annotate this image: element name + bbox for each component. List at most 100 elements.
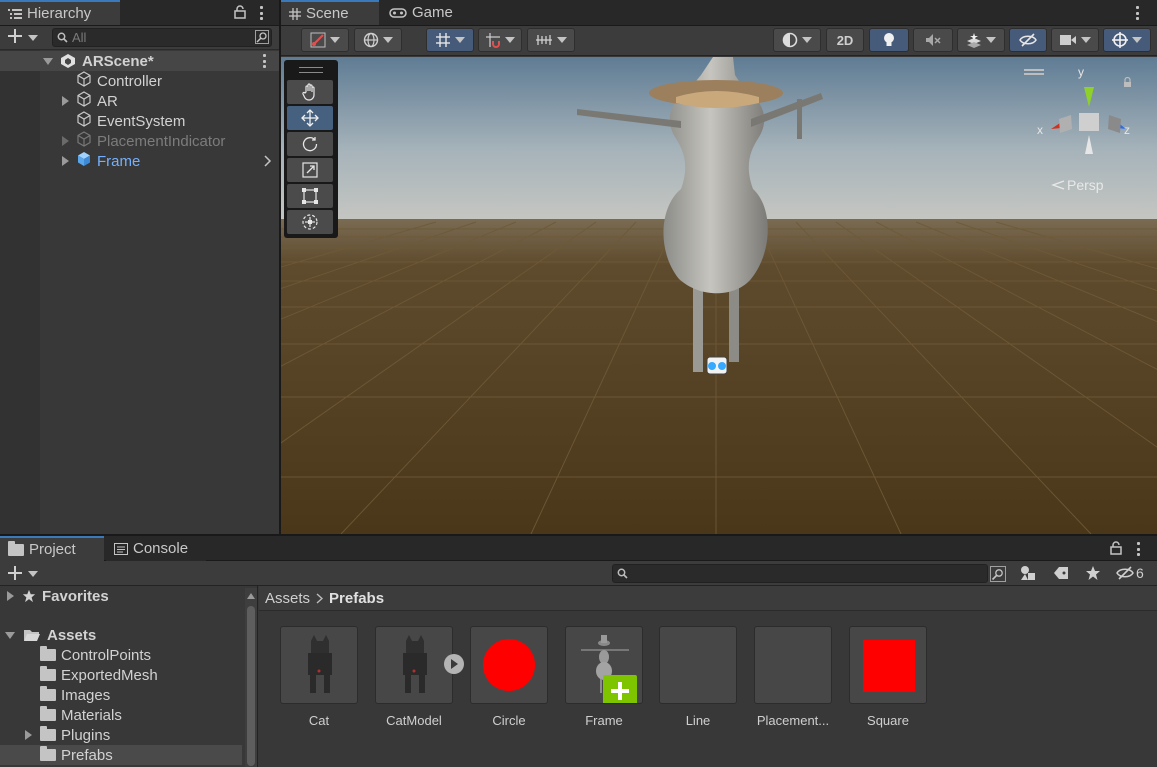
project-lock-icon[interactable] <box>1110 541 1122 555</box>
hidden-packages-toggle[interactable]: 6 <box>1116 565 1144 581</box>
expand-arrow-icon[interactable] <box>7 591 14 601</box>
expand-arrow-icon[interactable] <box>62 156 69 166</box>
hierarchy-search-input[interactable]: All <box>52 28 272 47</box>
rotate-tool-button[interactable] <box>287 132 333 156</box>
shading-mode-button[interactable] <box>773 28 821 52</box>
orientation-gizmo[interactable]: y x z <box>1037 65 1141 179</box>
hierarchy-search-placeholder: All <box>72 30 87 45</box>
search-options-icon[interactable] <box>255 30 269 44</box>
project-tree-scrollbar[interactable] <box>245 588 257 767</box>
folder-label: Materials <box>61 706 122 724</box>
asset-label: CatModel <box>386 713 442 728</box>
render-mode-button[interactable] <box>354 28 402 52</box>
gizmos-button[interactable] <box>1103 28 1151 52</box>
filter-by-type-icon[interactable] <box>1019 565 1037 581</box>
asset-circle[interactable]: Circle <box>470 626 548 728</box>
expand-arrow-icon[interactable] <box>62 136 69 146</box>
eye-hidden-icon <box>1116 566 1134 580</box>
increment-snap-button[interactable] <box>527 28 575 52</box>
camera-settings-button[interactable] <box>1051 28 1099 52</box>
asset-catmodel[interactable]: CatModel <box>375 626 453 728</box>
tab-hierarchy-label: Hierarchy <box>27 5 92 22</box>
project-add-dropdown-icon[interactable] <box>28 571 38 577</box>
draw-mode-button[interactable] <box>301 28 349 52</box>
persp-label-text: Persp <box>1067 177 1104 193</box>
hierarchy-item-placementindicator[interactable]: PlacementIndicator <box>0 131 279 151</box>
favorites-row[interactable]: Favorites <box>0 586 242 606</box>
asset-square[interactable]: Square <box>849 626 927 728</box>
dropdown-caret-icon <box>557 37 567 43</box>
hierarchy-item-frame[interactable]: Frame <box>0 151 279 171</box>
scroll-thumb[interactable] <box>247 606 255 766</box>
ruler-icon <box>535 33 553 47</box>
rect-tool-button[interactable] <box>287 184 333 208</box>
folder-plugins[interactable]: Plugins <box>0 725 242 745</box>
expand-arrow-icon[interactable] <box>62 96 69 106</box>
asset-line[interactable]: Line <box>659 626 737 728</box>
expand-arrow-icon[interactable] <box>5 631 15 639</box>
gizmo-persp-label[interactable]: Persp <box>1051 177 1104 193</box>
grid-toggle-button[interactable] <box>426 28 474 52</box>
snap-button[interactable] <box>478 28 522 52</box>
asset-cat[interactable]: Cat <box>280 626 358 728</box>
eye-hidden-icon <box>1019 33 1037 47</box>
expand-arrow-icon[interactable] <box>25 730 32 740</box>
breadcrumb-prefabs[interactable]: Prefabs <box>329 590 384 607</box>
chevron-right-icon[interactable] <box>264 155 272 167</box>
hierarchy-item-eventsystem[interactable]: EventSystem <box>0 111 279 131</box>
project-search-input[interactable] <box>612 564 988 583</box>
transform-tool-button[interactable] <box>287 210 333 234</box>
grid-snap-icon <box>435 32 451 48</box>
project-menu-icon[interactable] <box>1132 541 1144 557</box>
breadcrumb-assets[interactable]: Assets <box>265 590 310 607</box>
hierarchy-item-ar[interactable]: AR <box>0 91 279 111</box>
scene-panel-menu-icon[interactable] <box>1131 5 1143 21</box>
tab-project[interactable]: Project <box>0 536 104 561</box>
scene-row[interactable]: ARScene* <box>0 51 279 71</box>
add-icon[interactable] <box>7 28 23 44</box>
folder-exportedmesh[interactable]: ExportedMesh <box>0 665 242 685</box>
tab-console[interactable]: Console <box>106 536 206 561</box>
folder-controlpoints[interactable]: ControlPoints <box>0 645 242 665</box>
scene-visibility-button[interactable] <box>1009 28 1047 52</box>
favorite-star-icon[interactable] <box>1085 565 1101 581</box>
scale-tool-button[interactable] <box>287 158 333 182</box>
scene-menu-icon[interactable] <box>258 53 270 69</box>
project-add-icon[interactable] <box>7 565 23 581</box>
2d-toggle-button[interactable]: 2D <box>826 28 864 52</box>
palette-grip[interactable] <box>299 67 323 73</box>
audio-toggle-button[interactable] <box>913 28 953 52</box>
assets-row[interactable]: Assets <box>0 625 242 645</box>
move-tool-button[interactable] <box>287 106 333 130</box>
folder-prefabs[interactable]: Prefabs <box>0 745 242 765</box>
hand-tool-button[interactable] <box>287 80 333 104</box>
assets-label: Assets <box>47 626 97 644</box>
tab-scene[interactable]: Scene <box>281 0 379 25</box>
tool-palette <box>284 60 338 238</box>
speaker-muted-icon <box>925 33 941 47</box>
expand-arrow-icon[interactable] <box>43 57 53 65</box>
effects-button[interactable] <box>957 28 1005 52</box>
add-dropdown-icon[interactable] <box>28 35 38 41</box>
sphere-shading-icon <box>782 32 798 48</box>
play-arrow-icon <box>450 659 458 669</box>
tab-hierarchy[interactable]: Hierarchy <box>0 0 120 25</box>
scroll-up-icon[interactable] <box>247 593 255 599</box>
scene-viewport[interactable]: y x z Persp <box>281 57 1157 534</box>
gamepad-icon <box>389 7 407 19</box>
lighting-toggle-button[interactable] <box>869 28 909 52</box>
filter-by-label-icon[interactable] <box>1053 566 1069 580</box>
hierarchy-menu-icon[interactable] <box>255 5 267 21</box>
hierarchy-item-controller[interactable]: Controller <box>0 71 279 91</box>
tab-game[interactable]: Game <box>381 0 471 25</box>
project-search-options-icon[interactable] <box>990 566 1006 582</box>
folder-images[interactable]: Images <box>0 685 242 705</box>
hash-icon <box>289 7 301 20</box>
folder-label: Plugins <box>61 726 111 744</box>
asset-frame[interactable]: Frame <box>565 626 643 728</box>
folder-materials[interactable]: Materials <box>0 705 242 725</box>
asset-placementindicator[interactable]: Placement... <box>754 626 832 728</box>
expand-asset-button[interactable] <box>444 654 464 674</box>
gizmo-lock-icon[interactable] <box>1123 77 1132 88</box>
lock-icon[interactable] <box>234 5 246 19</box>
